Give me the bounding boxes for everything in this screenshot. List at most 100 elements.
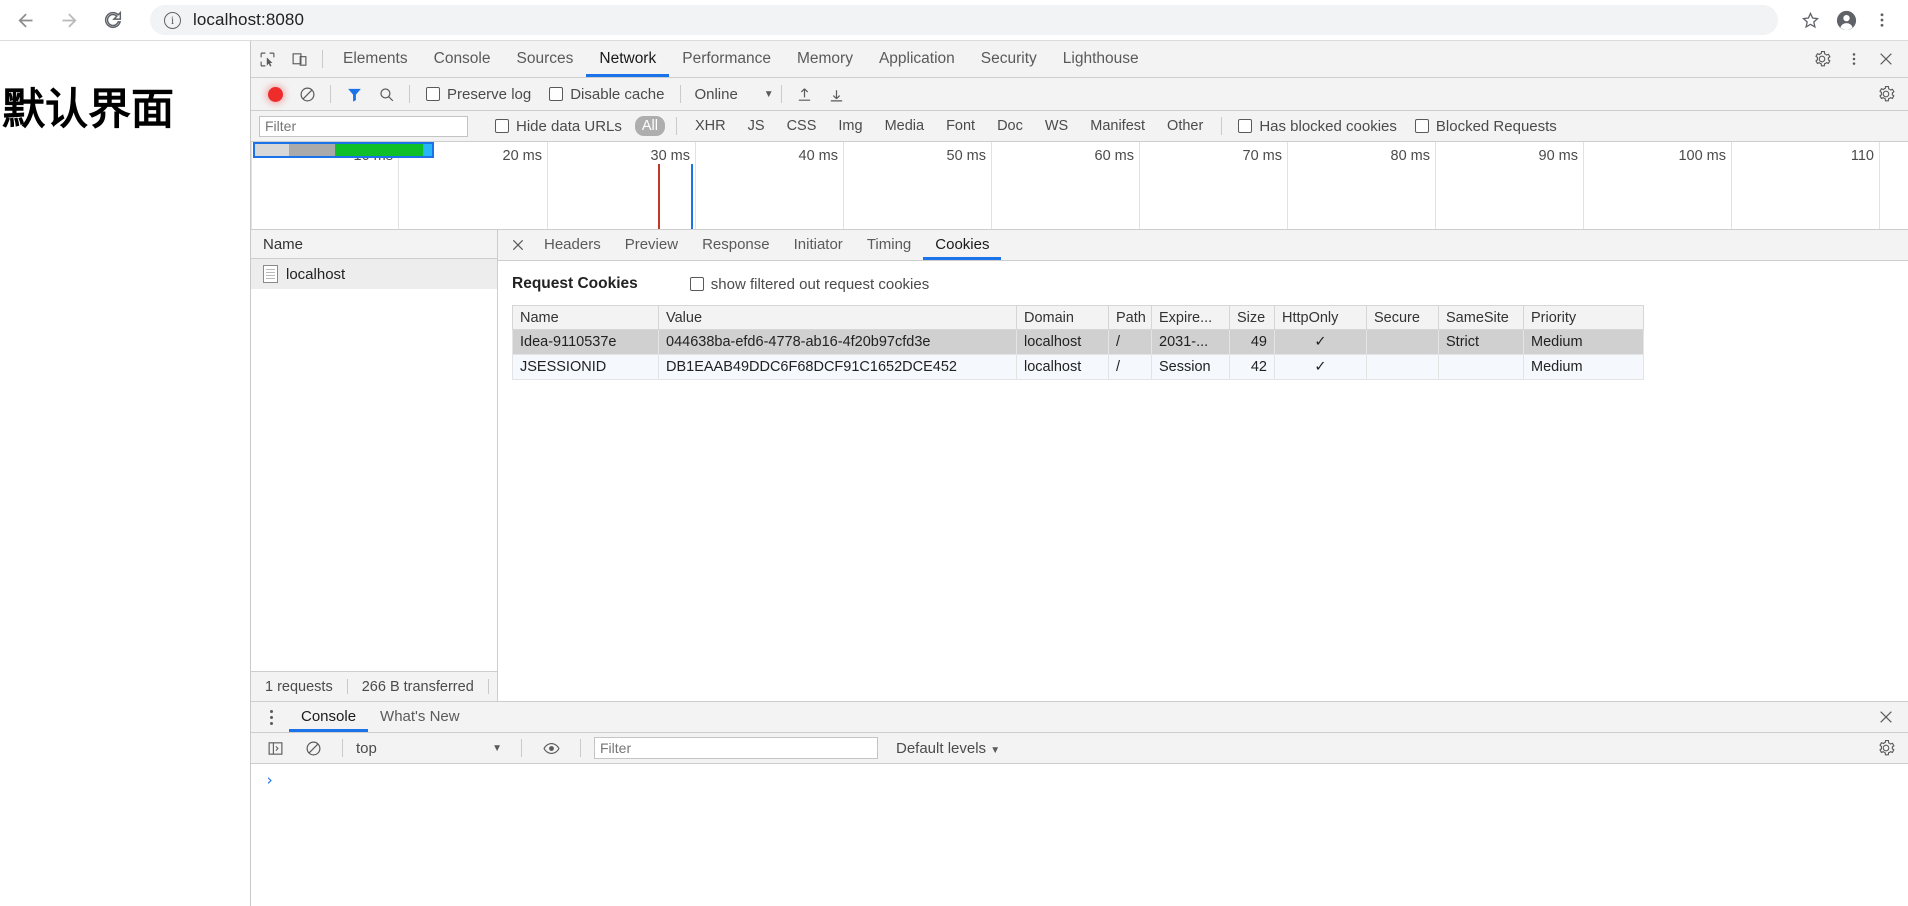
col-path[interactable]: Path (1108, 305, 1152, 330)
request-row-localhost[interactable]: localhost (251, 259, 497, 289)
overview-segment-queueing (255, 144, 289, 156)
device-toolbar-button[interactable] (283, 45, 315, 73)
search-button[interactable] (370, 80, 402, 108)
resource-type-img[interactable]: Img (831, 116, 869, 136)
tab-memory[interactable]: Memory (784, 41, 866, 77)
tab-performance[interactable]: Performance (669, 41, 784, 77)
details-tab-headers[interactable]: Headers (532, 230, 613, 260)
preserve-log-checkbox[interactable]: Preserve log (426, 86, 531, 103)
tab-security[interactable]: Security (968, 41, 1050, 77)
console-output[interactable]: › (251, 764, 1908, 906)
tab-application[interactable]: Application (866, 41, 968, 77)
cookie-row[interactable]: JSESSIONID DB1EAAB49DDC6F68DCF91C1652DCE… (512, 354, 1644, 380)
details-tab-initiator[interactable]: Initiator (782, 230, 855, 260)
record-button[interactable] (259, 80, 291, 108)
toolbar-divider (580, 739, 581, 757)
console-context-select[interactable]: top ▼ (356, 740, 508, 757)
col-secure[interactable]: Secure (1366, 305, 1439, 330)
col-samesite[interactable]: SameSite (1438, 305, 1524, 330)
resource-type-doc[interactable]: Doc (990, 116, 1030, 136)
col-httponly[interactable]: HttpOnly (1274, 305, 1367, 330)
console-settings-button[interactable] (1870, 734, 1902, 762)
network-overview-timeline[interactable]: 10 ms 20 ms 30 ms 40 ms 50 ms 60 ms 70 m… (251, 142, 1908, 230)
details-tab-preview[interactable]: Preview (613, 230, 690, 260)
timeline-tick-label: 100 ms (1678, 148, 1726, 164)
request-list-column-name[interactable]: Name (251, 230, 497, 259)
resource-type-js[interactable]: JS (741, 116, 772, 136)
blocked-requests-checkbox[interactable]: Blocked Requests (1414, 118, 1557, 135)
hide-data-urls-checkbox[interactable]: Hide data URLs (495, 118, 622, 135)
tab-elements[interactable]: Elements (330, 41, 421, 77)
col-expires[interactable]: Expire... (1151, 305, 1230, 330)
chevron-down-icon: ▼ (763, 88, 774, 100)
console-sidebar-icon (268, 741, 282, 755)
overview-segment-content-download (334, 144, 424, 156)
filter-toggle-button[interactable] (338, 80, 370, 108)
col-size[interactable]: Size (1229, 305, 1275, 330)
col-name[interactable]: Name (512, 305, 659, 330)
bookmark-star-button[interactable] (1792, 2, 1828, 38)
console-filter-input[interactable] (594, 737, 878, 759)
reload-button[interactable] (94, 1, 132, 39)
import-har-button[interactable] (789, 80, 821, 108)
tab-console[interactable]: Console (421, 41, 504, 77)
devtools-more-button[interactable] (1838, 45, 1870, 73)
resource-type-css[interactable]: CSS (780, 116, 824, 136)
back-button[interactable] (6, 1, 44, 39)
resource-type-xhr[interactable]: XHR (688, 116, 733, 136)
resource-type-other[interactable]: Other (1160, 116, 1210, 136)
show-filtered-cookies-checkbox[interactable]: show filtered out request cookies (689, 276, 929, 293)
drawer-close-button[interactable] (1872, 703, 1900, 731)
details-tab-cookies[interactable]: Cookies (923, 230, 1001, 260)
console-levels-select[interactable]: Default levels ▼ (896, 740, 1000, 757)
document-icon (263, 265, 278, 283)
disable-cache-checkbox[interactable]: Disable cache (549, 86, 664, 103)
clear-network-log-button[interactable] (291, 80, 323, 108)
network-filter-input[interactable] (259, 115, 468, 137)
request-row-name: localhost (286, 265, 346, 283)
checkbox-box (426, 87, 440, 101)
devtools-settings-button[interactable] (1806, 45, 1838, 73)
overview-event-dom-content-loaded (658, 164, 660, 229)
address-bar[interactable]: i localhost:8080 (150, 5, 1778, 35)
col-domain[interactable]: Domain (1016, 305, 1109, 330)
drawer-tab-console[interactable]: Console (289, 702, 368, 732)
browser-menu-button[interactable] (1864, 2, 1900, 38)
close-icon (512, 239, 524, 251)
cookie-row[interactable]: Idea-9110537e 044638ba-efd6-4778-ab16-4f… (512, 329, 1644, 355)
forward-button[interactable] (50, 1, 88, 39)
network-toolbar: Preserve log Disable cache Online ▼ (251, 78, 1908, 111)
col-priority[interactable]: Priority (1523, 305, 1644, 330)
timeline-tick-label: 70 ms (1242, 148, 1283, 164)
tab-sources[interactable]: Sources (504, 41, 587, 77)
site-info-icon[interactable]: i (164, 11, 181, 29)
profile-button[interactable] (1828, 2, 1864, 38)
console-sidebar-button[interactable] (259, 734, 291, 762)
drawer-more-tools-button[interactable] (259, 709, 283, 725)
details-tab-timing[interactable]: Timing (855, 230, 923, 260)
col-value[interactable]: Value (658, 305, 1017, 330)
bookmark-star-icon (1801, 11, 1819, 28)
live-expression-button[interactable] (535, 734, 567, 762)
export-har-button[interactable] (821, 80, 853, 108)
disable-cache-label: Disable cache (570, 85, 665, 103)
drawer-tab-whats-new[interactable]: What's New (368, 702, 472, 732)
resource-type-media[interactable]: Media (878, 116, 932, 136)
cell-value: 044638ba-efd6-4778-ab16-4f20b97cfd3e (658, 329, 1017, 355)
devtools-panel: Elements Console Sources Network Perform… (251, 41, 1908, 906)
network-settings-button[interactable] (1870, 80, 1902, 108)
throttling-select[interactable]: Online ▼ (694, 86, 773, 103)
inspect-element-button[interactable] (251, 45, 283, 73)
resource-type-manifest[interactable]: Manifest (1083, 116, 1152, 136)
has-blocked-cookies-checkbox[interactable]: Has blocked cookies (1238, 118, 1397, 135)
resource-type-font[interactable]: Font (939, 116, 982, 136)
details-tab-response[interactable]: Response (690, 230, 782, 260)
record-stop-icon (267, 86, 283, 102)
resource-type-ws[interactable]: WS (1038, 116, 1075, 136)
details-close-button[interactable] (504, 231, 532, 259)
tab-network[interactable]: Network (586, 41, 669, 77)
tab-lighthouse[interactable]: Lighthouse (1050, 41, 1152, 77)
resource-type-all[interactable]: All (634, 116, 666, 136)
console-clear-button[interactable] (297, 734, 329, 762)
devtools-close-button[interactable] (1870, 45, 1902, 73)
